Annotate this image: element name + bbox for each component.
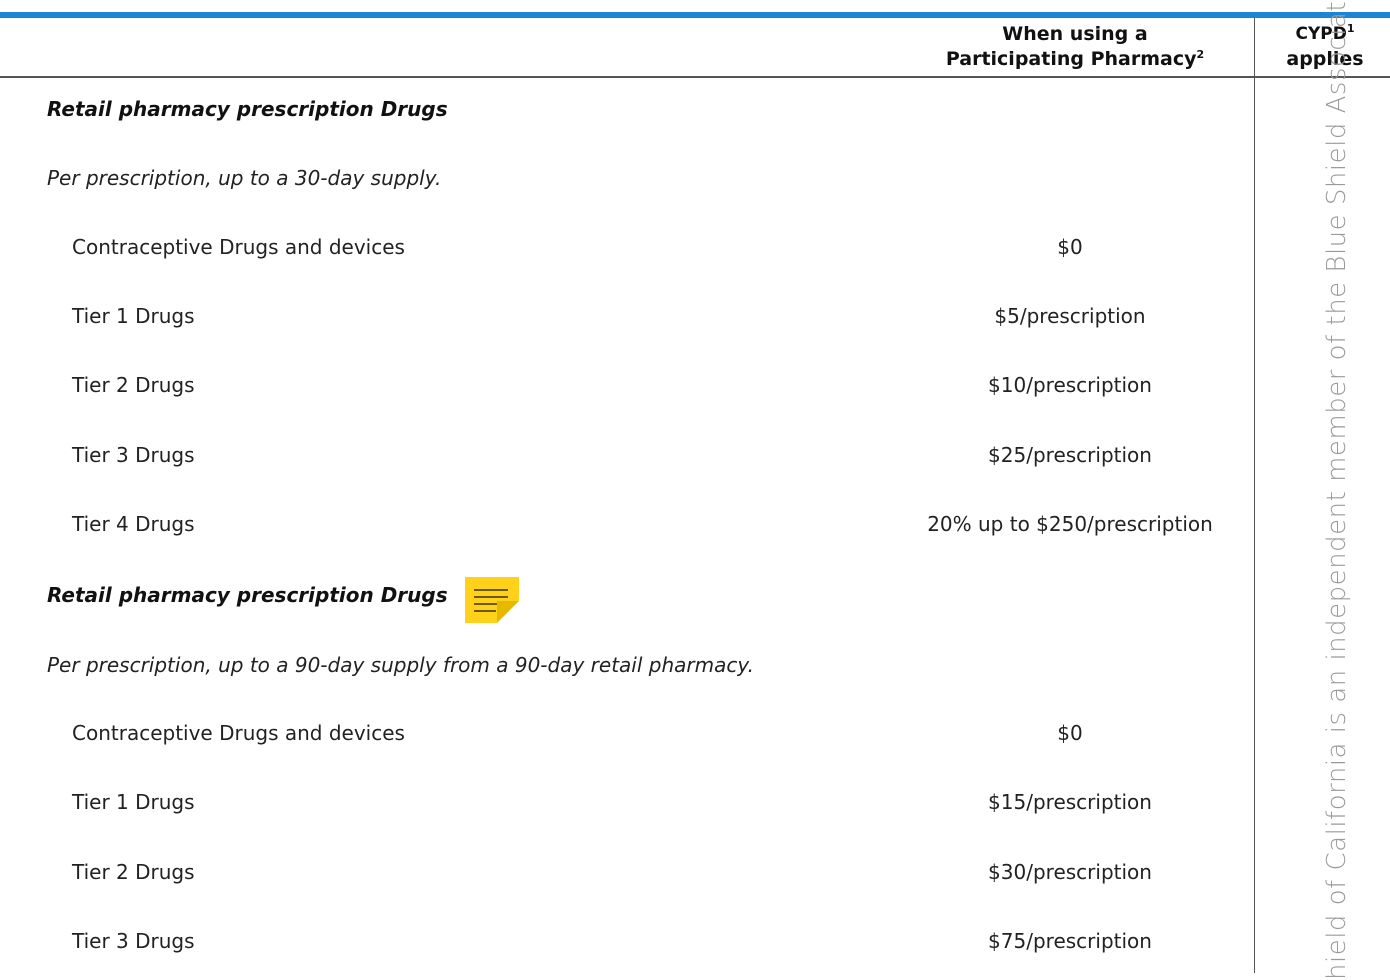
row-value: $75/prescription — [988, 929, 1152, 953]
row-value: $0 — [1057, 721, 1083, 745]
row-label: Tier 3 Drugs — [72, 443, 195, 467]
side-watermark: hield of California is an independent me… — [1322, 0, 1352, 980]
row-value: $25/prescription — [988, 443, 1152, 467]
table-row: Tier 1 Drugs $15/prescription — [0, 790, 1254, 820]
row-value: $15/prescription — [988, 790, 1152, 814]
row-value: $5/prescription — [994, 304, 1146, 328]
row-label: Tier 2 Drugs — [72, 860, 195, 884]
row-value: $30/prescription — [988, 860, 1152, 884]
section-title: Retail pharmacy prescription Drugs — [47, 97, 448, 121]
row-value: $0 — [1057, 235, 1083, 259]
header-rule — [0, 76, 1390, 78]
row-label: Tier 4 Drugs — [72, 512, 195, 536]
table-row: Tier 3 Drugs $25/prescription — [0, 443, 1254, 473]
row-label: Tier 2 Drugs — [72, 373, 195, 397]
table-row: Contraceptive Drugs and devices $0 — [0, 721, 1254, 751]
body-column-divider — [1254, 76, 1255, 973]
row-label: Contraceptive Drugs and devices — [72, 235, 405, 259]
top-rule — [0, 12, 1390, 18]
table-row: Contraceptive Drugs and devices $0 — [0, 235, 1254, 265]
section-subtitle: Per prescription, up to a 30-day supply. — [47, 166, 442, 190]
row-label: Contraceptive Drugs and devices — [72, 721, 405, 745]
row-label: Tier 3 Drugs — [72, 929, 195, 953]
header-pharmacy-column: When using a Participating Pharmacy2 — [900, 22, 1250, 72]
header-column-divider — [1254, 18, 1255, 76]
row-label: Tier 1 Drugs — [72, 790, 195, 814]
table-row: Tier 2 Drugs $10/prescription — [0, 373, 1254, 403]
table-row: Tier 4 Drugs 20% up to $250/prescription — [0, 512, 1254, 542]
header-pharmacy-line2: Participating Pharmacy — [945, 48, 1197, 70]
row-label: Tier 1 Drugs — [72, 304, 195, 328]
section-subtitle: Per prescription, up to a 90-day supply … — [47, 653, 754, 677]
table-row: Tier 1 Drugs $5/prescription — [0, 304, 1254, 334]
footnote-ref-2: 2 — [1196, 48, 1205, 61]
header-pharmacy-line1: When using a — [1002, 23, 1148, 45]
sticky-note-icon[interactable] — [465, 577, 519, 623]
table-row: Tier 2 Drugs $30/prescription — [0, 860, 1254, 890]
row-value: 20% up to $250/prescription — [927, 512, 1213, 536]
row-value: $10/prescription — [988, 373, 1152, 397]
section-title: Retail pharmacy prescription Drugs — [47, 583, 448, 607]
table-row: Tier 3 Drugs $75/prescription — [0, 929, 1254, 959]
